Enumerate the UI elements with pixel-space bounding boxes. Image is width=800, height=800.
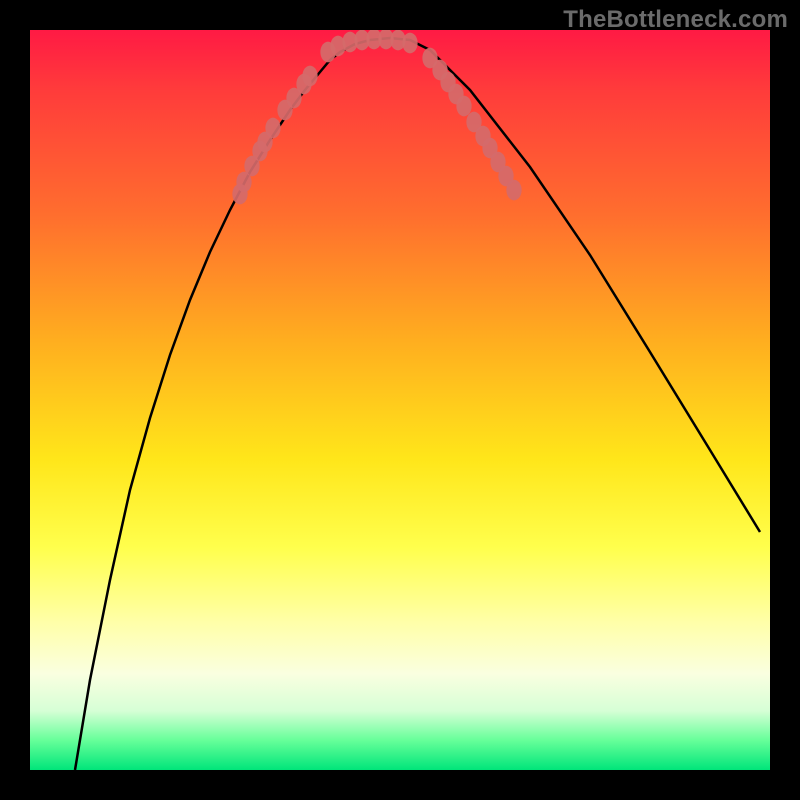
bottleneck-curve <box>75 38 760 770</box>
data-marker <box>456 96 471 117</box>
plot-area <box>30 30 770 770</box>
watermark-text: TheBottleneck.com <box>563 6 788 34</box>
data-marker <box>265 118 280 139</box>
data-markers <box>232 30 521 204</box>
plot-svg <box>30 30 770 770</box>
data-marker <box>402 33 417 54</box>
data-marker <box>302 66 317 87</box>
data-marker <box>506 180 521 201</box>
